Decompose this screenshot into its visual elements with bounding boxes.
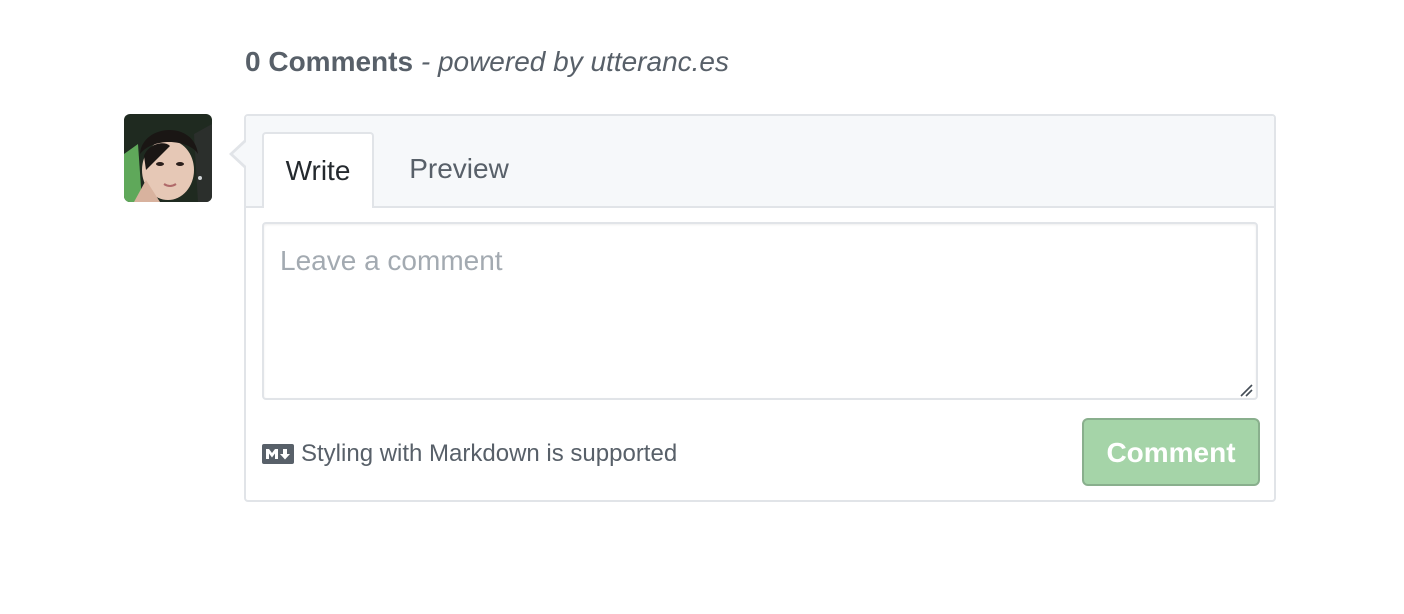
markdown-note-label: Styling with Markdown is supported	[301, 440, 678, 467]
avatar[interactable]	[124, 114, 212, 202]
comment-form: Write Preview Styling with Markdown is s…	[244, 114, 1276, 502]
markdown-note[interactable]: Styling with Markdown is supported	[262, 436, 677, 472]
markdown-icon	[262, 444, 294, 464]
tab-write[interactable]: Write	[262, 132, 374, 208]
comment-textarea[interactable]	[262, 222, 1258, 400]
tab-preview[interactable]: Preview	[394, 132, 524, 206]
powered-by-text: powered by utteranc.es	[437, 46, 729, 77]
comment-count: 0 Comments	[245, 46, 414, 77]
card-caret-fill	[233, 142, 246, 166]
comment-button[interactable]: Comment	[1082, 418, 1260, 486]
tab-bar: Write Preview	[246, 116, 1274, 208]
avatar-image	[124, 114, 212, 202]
comments-header: 0 Comments - powered by utteranc.es	[245, 44, 729, 80]
resize-handle-icon[interactable]	[1239, 383, 1253, 397]
header-separator: -	[413, 46, 438, 77]
